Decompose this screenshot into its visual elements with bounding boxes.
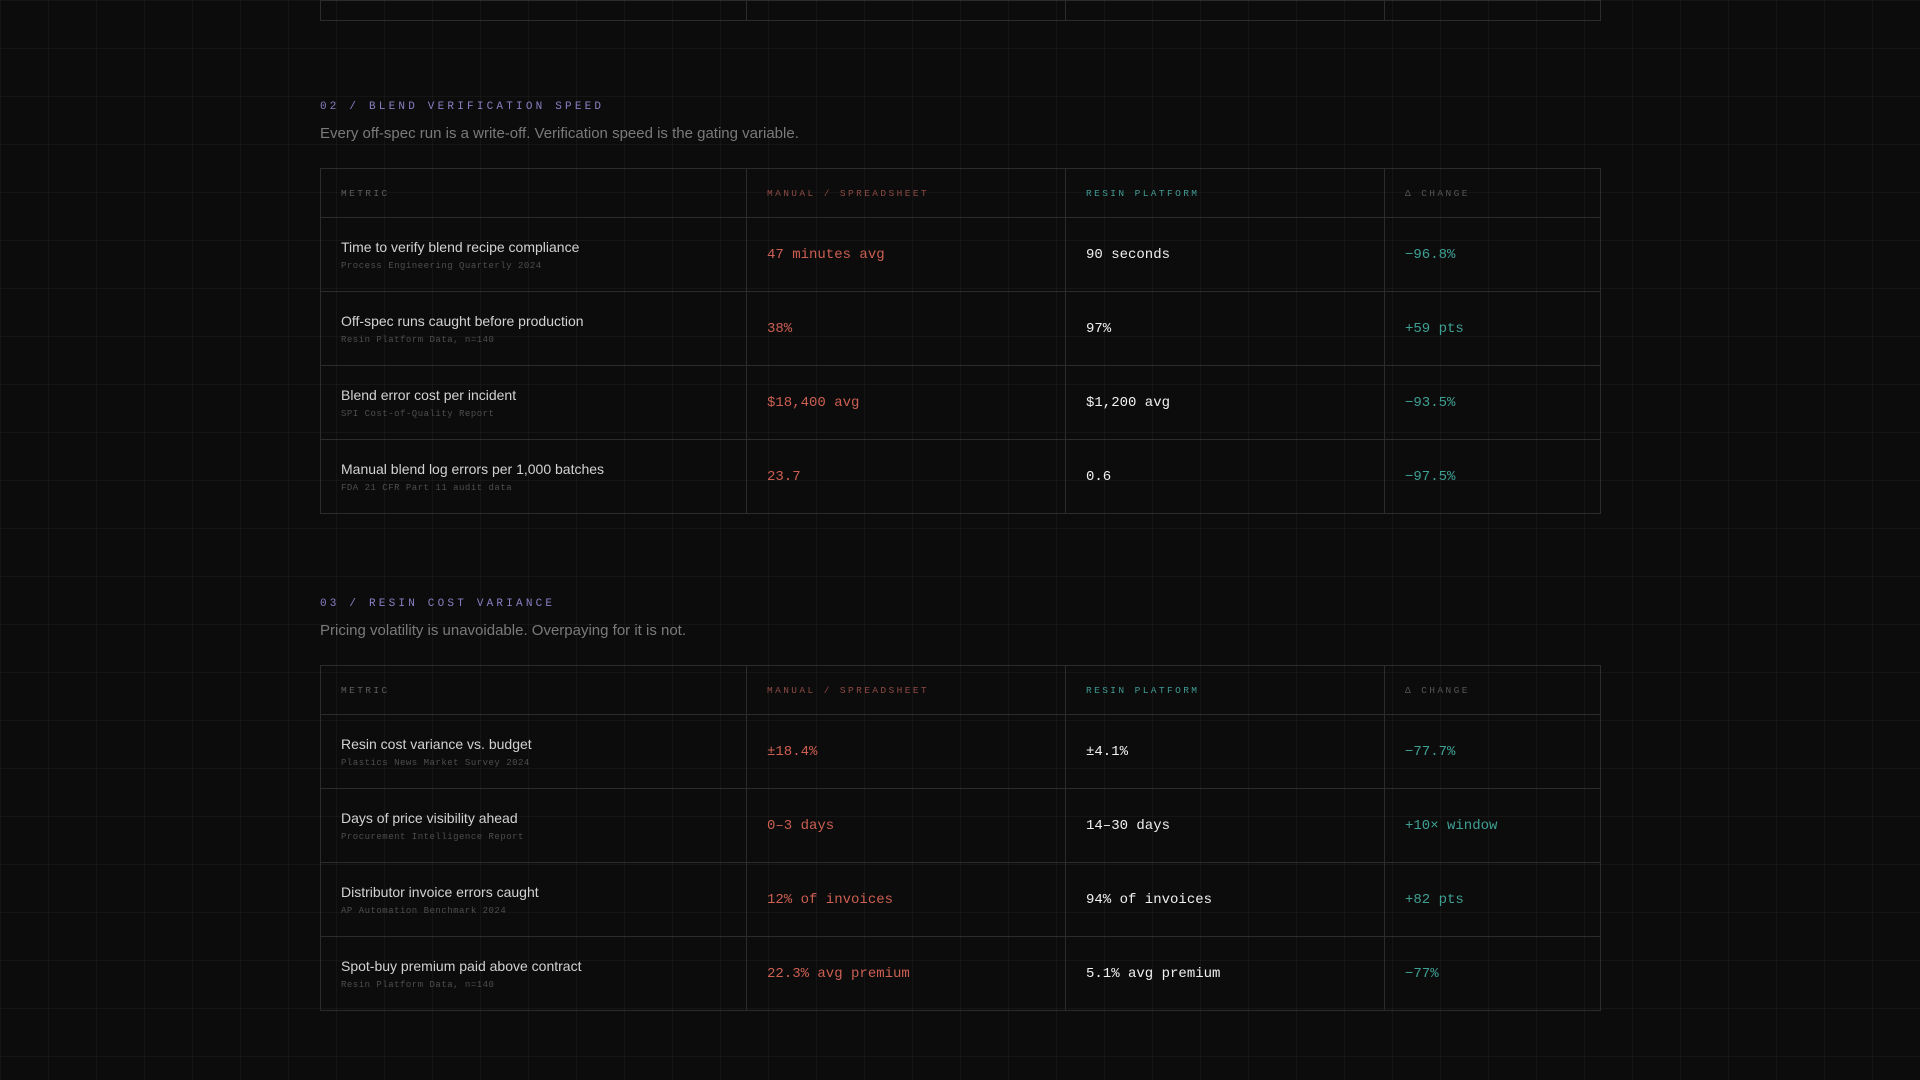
previous-table-stub [320,0,1601,21]
manual-value: 23.7 [746,439,1066,514]
platform-value: $1,200 avg [1065,365,1385,440]
metric-cell: Spot-buy premium paid above contract Res… [320,936,747,1011]
platform-value: 5.1% avg premium [1065,936,1385,1011]
platform-value: 97% [1065,291,1385,366]
column-header-metric: METRIC [320,168,747,218]
platform-value: 94% of invoices [1065,862,1385,937]
platform-value: 90 seconds [1065,217,1385,292]
metric-cell: Manual blend log errors per 1,000 batche… [320,439,747,514]
column-header-change: Δ CHANGE [1384,665,1601,715]
table-cell [1065,0,1385,21]
platform-value: ±4.1% [1065,714,1385,789]
change-value: −96.8% [1384,217,1601,292]
manual-value: 12% of invoices [746,862,1066,937]
metric-title: Days of price visibility ahead [341,809,518,826]
metric-title: Distributor invoice errors caught [341,883,539,900]
page-content: 02 / BLEND VERIFICATION SPEED Every off-… [320,0,1601,1011]
manual-value: 0–3 days [746,788,1066,863]
manual-value: $18,400 avg [746,365,1066,440]
manual-value: ±18.4% [746,714,1066,789]
column-header-change: Δ CHANGE [1384,168,1601,218]
change-value: −77.7% [1384,714,1601,789]
metric-cell: Time to verify blend recipe compliance P… [320,217,747,292]
table-row: Spot-buy premium paid above contract Res… [320,936,1601,1011]
table-row: Time to verify blend recipe compliance P… [320,217,1601,292]
metric-source: FDA 21 CFR Part 11 audit data [341,482,513,493]
change-value: −77% [1384,936,1601,1011]
section-label: 02 / BLEND VERIFICATION SPEED [320,101,605,113]
metric-title: Time to verify blend recipe compliance [341,238,580,255]
table-header-row: METRIC MANUAL / SPREADSHEET RESIN PLATFO… [320,665,1601,715]
section-header-resin-cost-variance: 03 / RESIN COST VARIANCE Pricing volatil… [320,598,686,639]
metric-cell: Off-spec runs caught before production R… [320,291,747,366]
change-value: +82 pts [1384,862,1601,937]
metric-title: Off-spec runs caught before production [341,312,584,329]
column-header-manual: MANUAL / SPREADSHEET [746,168,1066,218]
metric-title: Blend error cost per incident [341,386,517,403]
metric-source: Procurement Intelligence Report [341,831,524,842]
change-value: +59 pts [1384,291,1601,366]
section-subtitle: Every off-spec run is a write-off. Verif… [320,125,799,142]
change-value: −97.5% [1384,439,1601,514]
section-subtitle: Pricing volatility is unavoidable. Overp… [320,622,687,639]
table-row [320,0,1601,21]
metric-title: Spot-buy premium paid above contract [341,957,582,974]
change-value: −93.5% [1384,365,1601,440]
table-row: Blend error cost per incident SPI Cost-o… [320,365,1601,440]
metric-source: SPI Cost-of-Quality Report [341,408,495,419]
manual-value: 22.3% avg premium [746,936,1066,1011]
metric-cell: Resin cost variance vs. budget Plastics … [320,714,747,789]
table-row: Manual blend log errors per 1,000 batche… [320,439,1601,514]
table-row: Distributor invoice errors caught AP Aut… [320,862,1601,937]
comparison-table-blend-verification: METRIC MANUAL / SPREADSHEET RESIN PLATFO… [320,168,1601,514]
metric-title: Resin cost variance vs. budget [341,735,532,752]
manual-value: 38% [746,291,1066,366]
platform-value: 14–30 days [1065,788,1385,863]
table-row: Off-spec runs caught before production R… [320,291,1601,366]
table-cell [746,0,1066,21]
table-cell [1384,0,1601,21]
metric-cell: Distributor invoice errors caught AP Aut… [320,862,747,937]
metric-source: Process Engineering Quarterly 2024 [341,260,542,271]
manual-value: 47 minutes avg [746,217,1066,292]
column-header-platform: RESIN PLATFORM [1065,665,1385,715]
table-cell [320,0,747,21]
change-value: +10× window [1384,788,1601,863]
column-header-manual: MANUAL / SPREADSHEET [746,665,1066,715]
section-label: 03 / RESIN COST VARIANCE [320,598,556,610]
metric-title: Manual blend log errors per 1,000 batche… [341,460,605,477]
metric-source: Resin Platform Data, n=140 [341,334,495,345]
section-header-blend-verification: 02 / BLEND VERIFICATION SPEED Every off-… [320,101,799,142]
metric-source: Resin Platform Data, n=140 [341,979,495,990]
table-row: Days of price visibility ahead Procureme… [320,788,1601,863]
table-header-row: METRIC MANUAL / SPREADSHEET RESIN PLATFO… [320,168,1601,218]
platform-value: 0.6 [1065,439,1385,514]
metric-cell: Days of price visibility ahead Procureme… [320,788,747,863]
column-header-platform: RESIN PLATFORM [1065,168,1385,218]
table-row: Resin cost variance vs. budget Plastics … [320,714,1601,789]
metric-source: Plastics News Market Survey 2024 [341,757,530,768]
metric-cell: Blend error cost per incident SPI Cost-o… [320,365,747,440]
column-header-metric: METRIC [320,665,747,715]
metric-source: AP Automation Benchmark 2024 [341,905,507,916]
comparison-table-resin-cost-variance: METRIC MANUAL / SPREADSHEET RESIN PLATFO… [320,665,1601,1011]
